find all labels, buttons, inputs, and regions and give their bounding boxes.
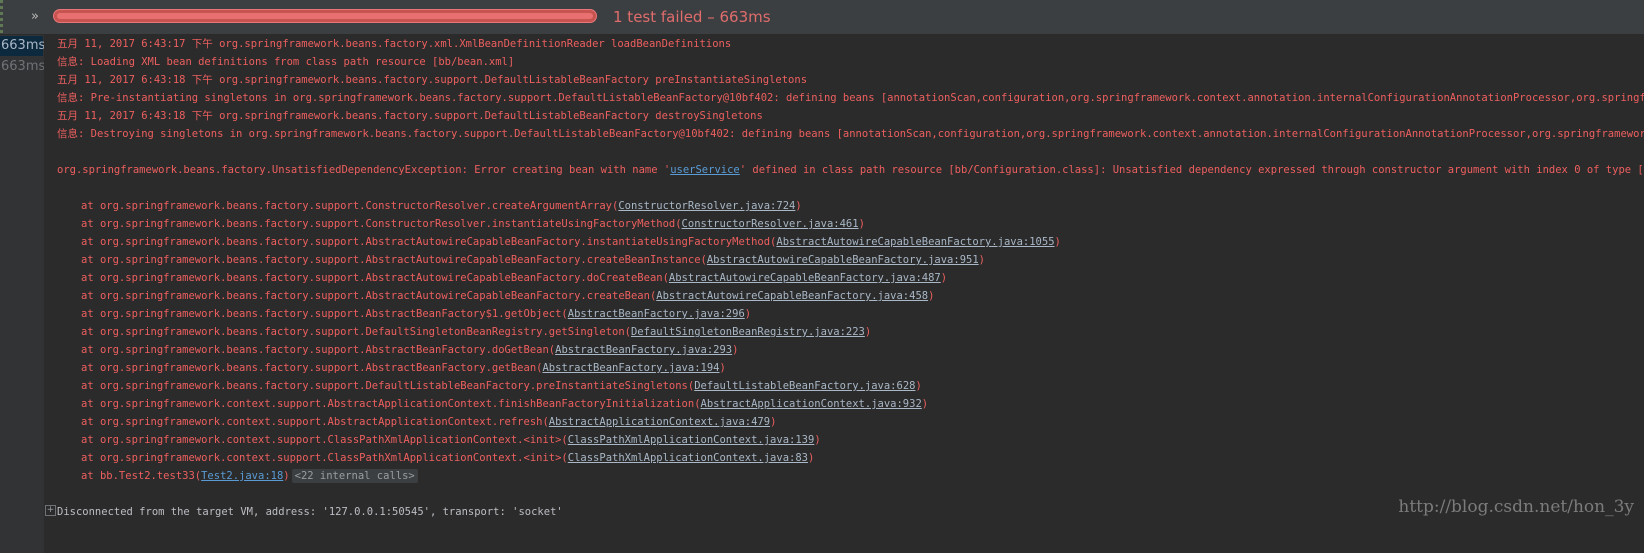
stack-method: at org.springframework.beans.factory.sup… <box>81 200 619 212</box>
log-line: 信息: Loading XML bean definitions from cl… <box>57 56 515 68</box>
bean-name-link[interactable]: userService <box>670 164 740 176</box>
source-link[interactable]: AbstractApplicationContext.java:479 <box>549 416 770 428</box>
test-progress-bar <box>53 9 597 23</box>
test-status-bar: » 1 test failed – 663ms <box>0 0 1644 35</box>
stack-method: at org.springframework.context.support.C… <box>81 434 568 446</box>
stack-method: at org.springframework.beans.factory.sup… <box>81 290 657 302</box>
stack-method: at org.springframework.beans.factory.sup… <box>81 362 543 374</box>
watermark: http://blog.csdn.net/hon_3y <box>1398 497 1634 517</box>
exception-text: ' defined in class path resource [bb/Con… <box>739 164 1644 176</box>
stack-frame: at org.springframework.beans.factory.sup… <box>81 290 935 302</box>
stack-frame: at org.springframework.beans.factory.sup… <box>81 272 948 284</box>
source-link[interactable]: AbstractBeanFactory.java:296 <box>568 308 745 320</box>
stack-frame: at org.springframework.beans.factory.sup… <box>81 380 922 392</box>
run-tool-window: » 1 test failed – 663ms 663ms 663ms + 五月 … <box>0 0 1644 553</box>
expand-internal-calls-icon[interactable]: + <box>45 505 56 516</box>
test-status-text: 1 test failed – 663ms <box>613 8 771 26</box>
stack-frame: at org.springframework.beans.factory.sup… <box>81 200 802 212</box>
stack-frame: at org.springframework.context.support.C… <box>81 452 815 464</box>
log-line: 信息: Pre-instantiating singletons in org.… <box>57 92 1644 104</box>
source-link[interactable]: ConstructorResolver.java:724 <box>618 200 795 212</box>
source-link[interactable]: AbstractAutowireCapableBeanFactory.java:… <box>776 236 1054 248</box>
stack-method: at org.springframework.beans.factory.sup… <box>81 218 682 230</box>
source-link[interactable]: Test2.java:18 <box>201 470 283 482</box>
source-link[interactable]: DefaultSingletonBeanRegistry.java:223 <box>631 326 865 338</box>
source-link[interactable]: DefaultListableBeanFactory.java:628 <box>694 380 915 392</box>
stack-frame: at org.springframework.beans.factory.sup… <box>81 362 726 374</box>
stack-frame: at org.springframework.beans.factory.sup… <box>81 308 752 320</box>
stack-frame: at org.springframework.context.support.A… <box>81 398 929 410</box>
stack-frame: at bb.Test2.test33(Test2.java:18) <22 int… <box>81 467 418 485</box>
stack-method: at org.springframework.context.support.A… <box>81 398 701 410</box>
source-link[interactable]: AbstractAutowireCapableBeanFactory.java:… <box>656 290 928 302</box>
stack-frame: at org.springframework.beans.factory.sup… <box>81 218 865 230</box>
log-line: 五月 11, 2017 6:43:18 下午 org.springframewo… <box>57 74 808 86</box>
disconnect-line: Disconnected from the target VM, address… <box>57 506 563 518</box>
stack-method: at org.springframework.beans.factory.sup… <box>81 236 777 248</box>
source-link[interactable]: AbstractApplicationContext.java:932 <box>701 398 922 410</box>
stack-method: at org.springframework.beans.factory.sup… <box>81 380 695 392</box>
test-time-item[interactable]: 663ms <box>0 57 45 77</box>
log-line: 五月 11, 2017 6:43:17 下午 org.springframewo… <box>57 38 732 50</box>
test-progress-fill <box>57 13 593 19</box>
log-line: 信息: Destroying singletons in org.springf… <box>57 128 1644 140</box>
stack-method: at org.springframework.beans.factory.sup… <box>81 254 707 266</box>
log-line: 五月 11, 2017 6:43:18 下午 org.springframewo… <box>57 110 763 122</box>
stack-frame: at org.springframework.beans.factory.sup… <box>81 236 1061 248</box>
stack-frame: at org.springframework.context.support.A… <box>81 416 777 428</box>
stack-method: at org.springframework.context.support.C… <box>81 452 568 464</box>
source-link[interactable]: ConstructorResolver.java:461 <box>682 218 859 230</box>
stack-frame: at org.springframework.beans.factory.sup… <box>81 326 872 338</box>
stack-frame: at org.springframework.beans.factory.sup… <box>81 254 985 266</box>
stack-method: at org.springframework.beans.factory.sup… <box>81 272 669 284</box>
console-output[interactable]: + 五月 11, 2017 6:43:17 下午 org.springframe… <box>44 35 1644 553</box>
toolbar-grip <box>0 0 3 34</box>
stack-frame: at org.springframework.context.support.C… <box>81 434 821 446</box>
stack-frame: at org.springframework.beans.factory.sup… <box>81 344 739 356</box>
source-link[interactable]: AbstractBeanFactory.java:194 <box>542 362 719 374</box>
stack-method: at org.springframework.beans.factory.sup… <box>81 308 568 320</box>
source-link[interactable]: AbstractAutowireCapableBeanFactory.java:… <box>669 272 941 284</box>
source-link[interactable]: ClassPathXmlApplicationContext.java:139 <box>568 434 815 446</box>
source-link[interactable]: AbstractAutowireCapableBeanFactory.java:… <box>707 254 979 266</box>
stack-method: at org.springframework.beans.factory.sup… <box>81 326 631 338</box>
exception-text: org.springframework.beans.factory.Unsati… <box>57 164 671 176</box>
source-link[interactable]: AbstractBeanFactory.java:293 <box>555 344 732 356</box>
stack-method: at org.springframework.beans.factory.sup… <box>81 344 556 356</box>
stack-method: at org.springframework.context.support.A… <box>81 416 549 428</box>
stack-method: ) <box>283 470 290 482</box>
expand-toolbar-icon[interactable]: » <box>24 6 46 28</box>
stack-method: at bb.Test2.test33( <box>81 470 202 482</box>
exception-line: org.springframework.beans.factory.Unsati… <box>57 161 1644 179</box>
source-link[interactable]: ClassPathXmlApplicationContext.java:83 <box>568 452 808 464</box>
test-tree-panel: 663ms 663ms <box>0 35 45 553</box>
test-time-item[interactable]: 663ms <box>0 36 45 56</box>
internal-calls-badge[interactable]: <22 internal calls> <box>291 469 418 483</box>
